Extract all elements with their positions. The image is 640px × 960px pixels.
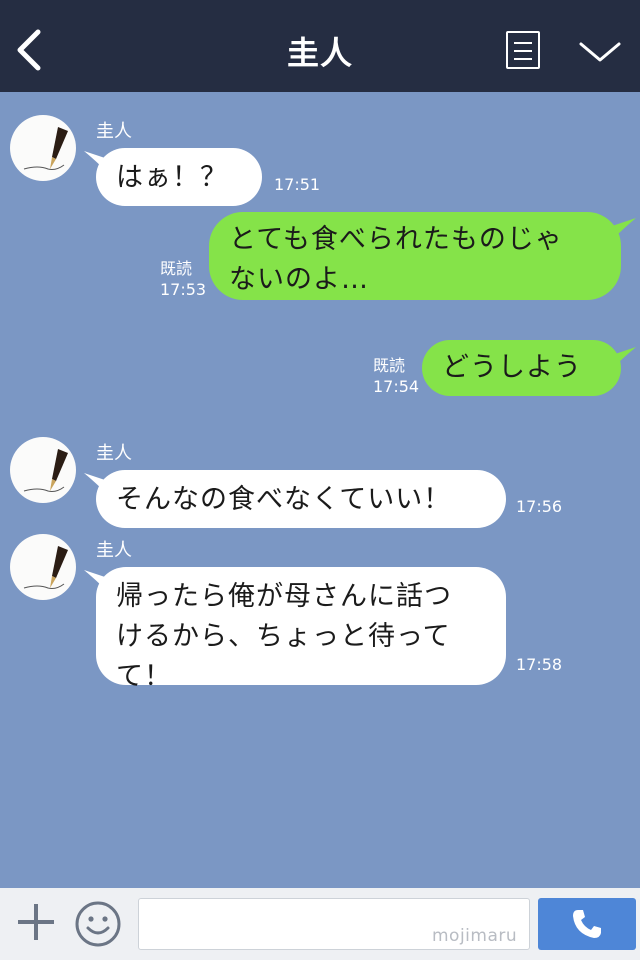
message-line: 帰ったら俺が母さんに話つ	[116, 581, 452, 612]
fountain-pen-icon	[23, 449, 68, 492]
message-line: て！	[116, 661, 172, 692]
message-text: はぁ！？	[116, 162, 228, 193]
watermark: mojimaru	[432, 926, 518, 946]
sender-name: 圭人	[96, 121, 132, 142]
chat-title: 圭人	[286, 34, 353, 72]
avatar[interactable]	[10, 115, 76, 181]
fountain-pen-icon	[23, 127, 68, 170]
read-receipt: 既読	[160, 259, 193, 278]
chat-area[interactable]: 圭人 はぁ！？ 17:51 既読 17:53 とても食べられたものじゃ ないのよ…	[0, 92, 640, 888]
read-receipt: 既読	[373, 356, 406, 375]
sender-name: 圭人	[96, 443, 132, 464]
message-line: けるから、ちょっと待って	[116, 621, 451, 652]
message-bubble[interactable]: そんなの食べなくていい！	[96, 470, 506, 528]
phone-icon	[573, 910, 601, 938]
message-line: とても食べられたものじゃ	[229, 224, 563, 255]
plus-icon[interactable]	[16, 902, 56, 942]
message-time: 17:58	[516, 655, 563, 674]
smiley-icon[interactable]	[74, 900, 122, 948]
message-bubble[interactable]: はぁ！？	[96, 148, 262, 206]
fountain-pen-icon	[23, 546, 68, 589]
sender-name: 圭人	[96, 540, 132, 561]
menu-icon[interactable]	[506, 31, 540, 69]
chat-header: 圭人	[0, 0, 640, 92]
message-bubble[interactable]: 帰ったら俺が母さんに話つ けるから、ちょっと待って て！	[96, 567, 506, 692]
message-line: ないのよ…	[229, 264, 369, 295]
message-time: 17:51	[274, 175, 321, 194]
avatar[interactable]	[10, 437, 76, 503]
avatar[interactable]	[10, 534, 76, 600]
message-text: そんなの食べなくていい！	[116, 484, 452, 515]
message-text: どうしよう	[442, 352, 582, 383]
chevron-down-icon[interactable]	[578, 36, 622, 66]
message-time: 17:56	[516, 497, 563, 516]
message-bubble[interactable]: どうしよう	[422, 340, 621, 396]
call-button[interactable]	[538, 898, 636, 950]
message-bubble[interactable]: とても食べられたものじゃ ないのよ…	[209, 212, 621, 300]
message-time: 17:54	[373, 377, 420, 396]
message-time: 17:53	[160, 280, 207, 299]
